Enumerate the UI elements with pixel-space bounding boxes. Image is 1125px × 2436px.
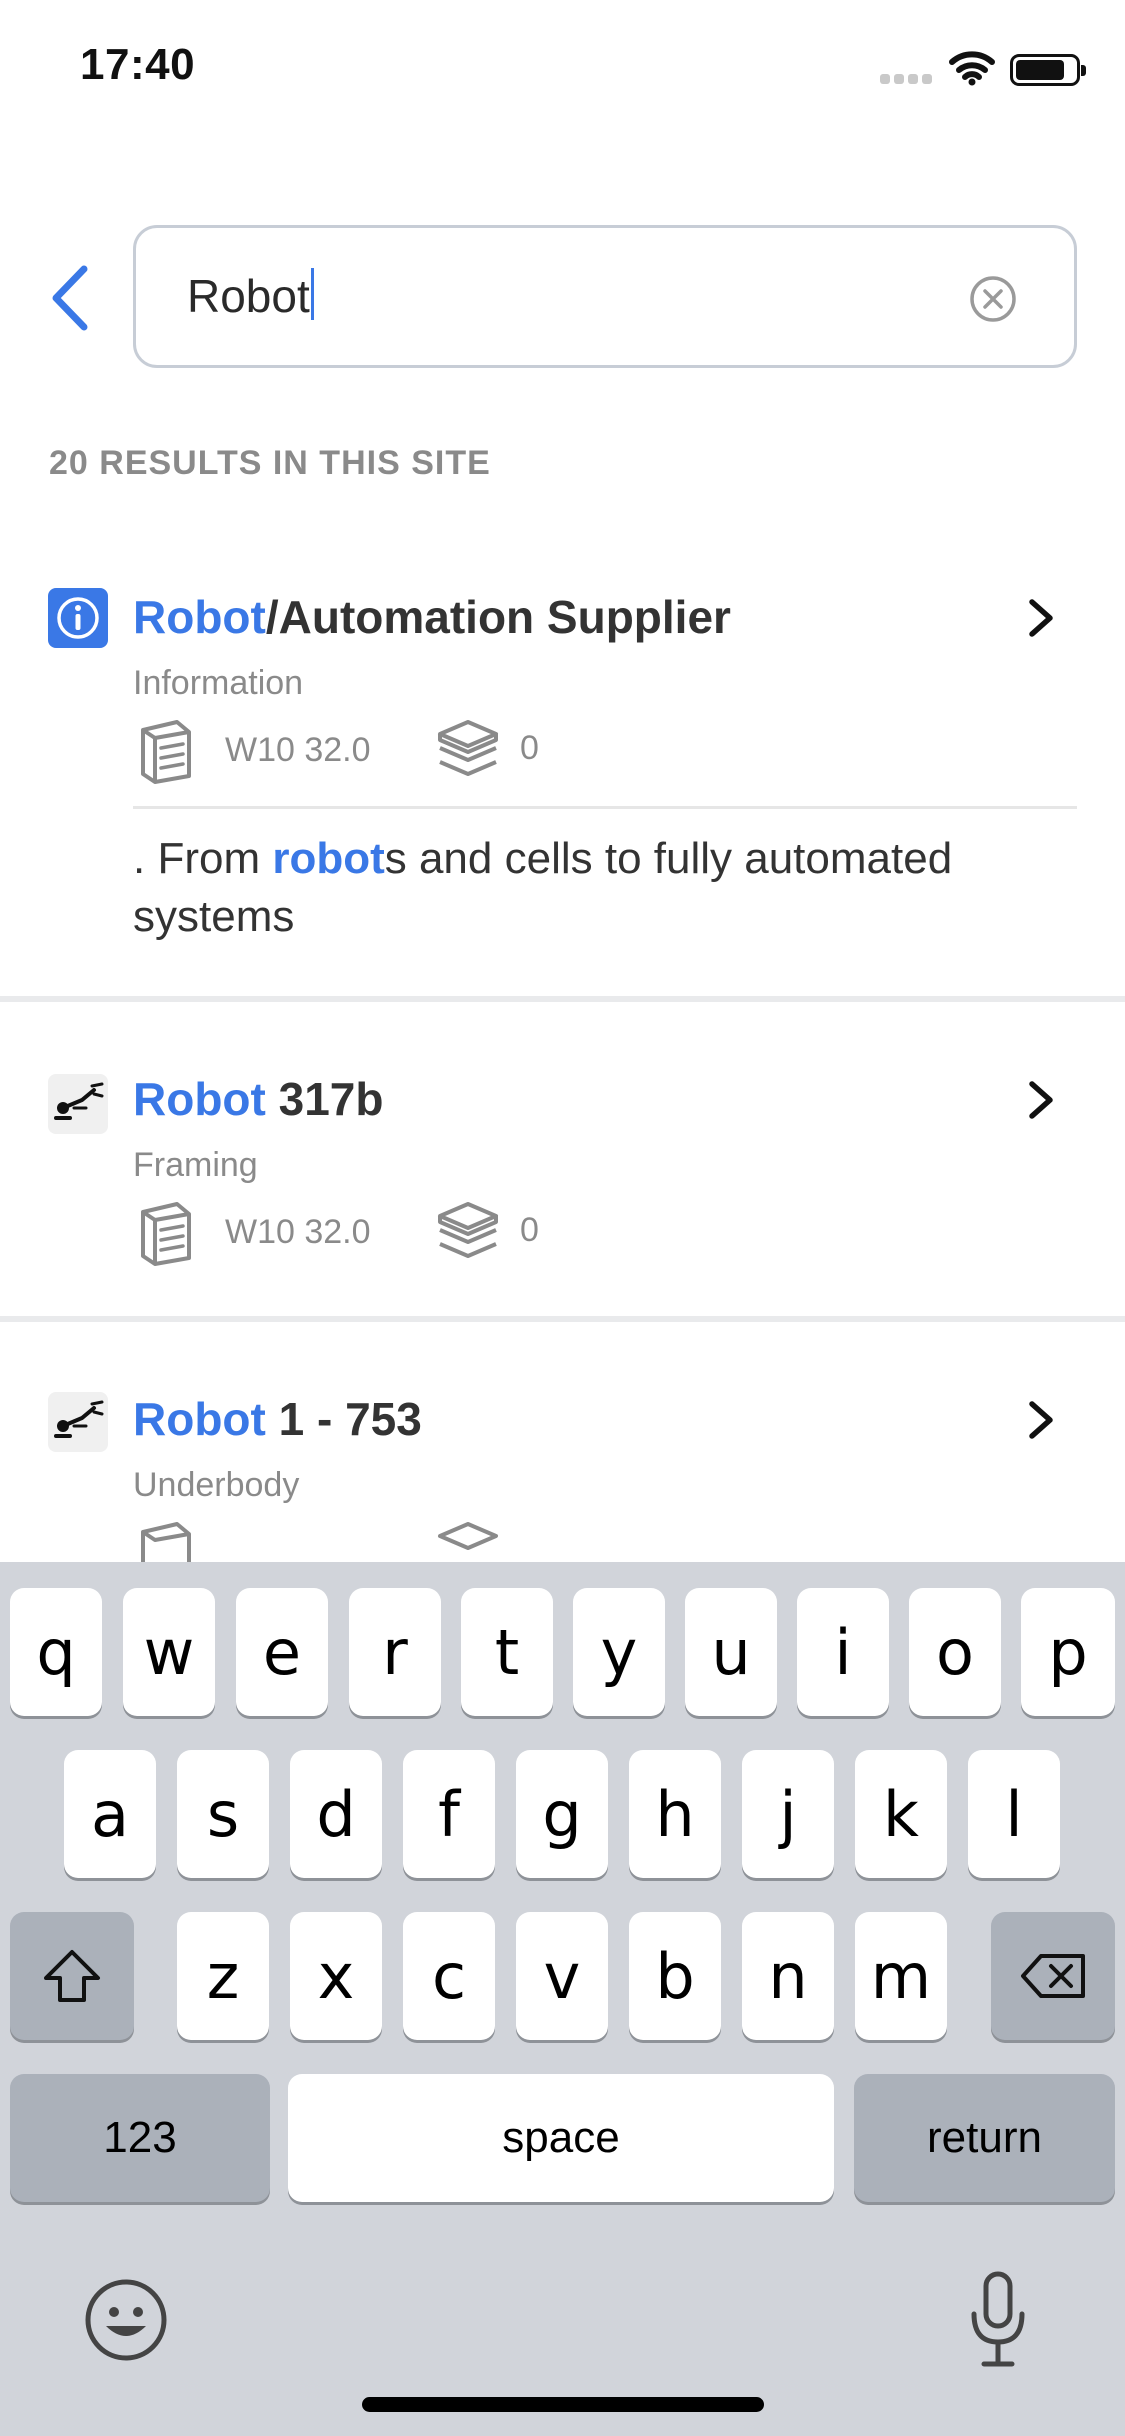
result-title-rest: /Automation Supplier [265, 591, 731, 643]
layers-meta [436, 1518, 500, 1562]
key-e[interactable]: e [236, 1588, 328, 1716]
key-z[interactable]: z [177, 1912, 269, 2040]
document-icon [141, 1522, 191, 1562]
chevron-right-icon [1029, 599, 1053, 637]
result-title-highlight: Robot [133, 591, 266, 643]
key-l[interactable]: l [968, 1750, 1060, 1878]
wifi-icon [949, 51, 995, 86]
status-time: 17:40 [80, 40, 196, 89]
result-item[interactable]: Robot 1 - 753 Underbody [0, 1322, 1125, 1562]
search-query-text: Robot [187, 270, 310, 322]
key-o[interactable]: o [909, 1588, 1001, 1716]
result-title-highlight: Robot [133, 1073, 266, 1125]
layers-count: 0 [520, 728, 539, 767]
result-category: Underbody [133, 1466, 300, 1504]
document-icon [141, 1202, 191, 1266]
result-item[interactable]: Robot/Automation Supplier Information W1… [0, 560, 1125, 996]
shift-key[interactable] [10, 1912, 134, 2040]
key-y[interactable]: y [573, 1588, 665, 1716]
emoji-icon[interactable] [84, 2278, 168, 2362]
result-snippet: . From robots and cells to fully automat… [133, 830, 1033, 946]
status-bar: 17:40 [0, 0, 1125, 140]
layers-icon [438, 720, 498, 776]
key-c[interactable]: c [403, 1912, 495, 2040]
key-i[interactable]: i [797, 1588, 889, 1716]
result-category: Framing [133, 1146, 258, 1184]
microphone-icon[interactable] [966, 2270, 1030, 2370]
search-query: Robot [187, 268, 314, 323]
layers-meta: 0 [436, 716, 539, 780]
chevron-right-icon [1029, 1401, 1053, 1439]
keyboard: q w e r t y u i o p a s d f g h j k l z … [0, 1562, 1125, 2436]
results-count: 20 RESULTS IN THIS SITE [49, 444, 491, 482]
key-g[interactable]: g [516, 1750, 608, 1878]
battery-icon [1010, 54, 1086, 86]
robot-arm-icon [48, 1392, 108, 1452]
result-meta [133, 1518, 633, 1562]
info-icon [48, 588, 108, 648]
cellular-signal-icon [880, 74, 934, 86]
key-w[interactable]: w [123, 1588, 215, 1716]
key-t[interactable]: t [461, 1588, 553, 1716]
backspace-icon [1021, 1954, 1085, 1998]
result-category: Information [133, 664, 304, 702]
return-key[interactable]: return [854, 2074, 1115, 2202]
file-meta [137, 1518, 195, 1562]
key-j[interactable]: j [742, 1750, 834, 1878]
search-input[interactable]: Robot [133, 225, 1077, 368]
document-icon [141, 720, 191, 784]
snippet-highlight: robot [272, 834, 385, 883]
numbers-key[interactable]: 123 [10, 2074, 270, 2202]
key-m[interactable]: m [855, 1912, 947, 2040]
result-title: Robot/Automation Supplier [133, 590, 731, 644]
layers-icon [438, 1202, 498, 1258]
chevron-left-icon [52, 265, 88, 331]
result-title: Robot 1 - 753 [133, 1392, 422, 1446]
result-item[interactable]: Robot 317b Framing W10 32.0 0 [0, 1002, 1125, 1316]
key-k[interactable]: k [855, 1750, 947, 1878]
file-meta: W10 32.0 [137, 716, 371, 784]
layers-icon [438, 1522, 498, 1550]
key-f[interactable]: f [403, 1750, 495, 1878]
result-title-rest: 1 - 753 [265, 1393, 422, 1445]
layers-meta: 0 [436, 1198, 539, 1262]
layers-count: 0 [520, 1210, 539, 1249]
robot-arm-icon [48, 1074, 108, 1134]
clear-search-icon[interactable] [968, 274, 1018, 324]
file-meta: W10 32.0 [137, 1198, 371, 1266]
file-label: W10 32.0 [225, 1212, 371, 1251]
text-cursor [310, 268, 314, 320]
key-u[interactable]: u [685, 1588, 777, 1716]
key-x[interactable]: x [290, 1912, 382, 2040]
snippet-text: . From [133, 834, 273, 883]
key-d[interactable]: d [290, 1750, 382, 1878]
result-meta: W10 32.0 0 [133, 1198, 633, 1268]
key-v[interactable]: v [516, 1912, 608, 2040]
key-n[interactable]: n [742, 1912, 834, 2040]
result-title: Robot 317b [133, 1072, 383, 1126]
key-q[interactable]: q [10, 1588, 102, 1716]
screen: 17:40 Robot 20 RESULTS IN THIS SITE Robo… [0, 0, 1125, 2436]
key-p[interactable]: p [1021, 1588, 1115, 1716]
key-r[interactable]: r [349, 1588, 441, 1716]
file-label: W10 32.0 [225, 730, 371, 769]
delete-key[interactable] [991, 1912, 1115, 2040]
key-h[interactable]: h [629, 1750, 721, 1878]
key-a[interactable]: a [64, 1750, 156, 1878]
home-indicator[interactable] [362, 2397, 764, 2412]
result-meta: W10 32.0 0 [133, 716, 633, 786]
result-title-rest: 317b [265, 1073, 384, 1125]
result-title-highlight: Robot [133, 1393, 266, 1445]
space-key[interactable]: space [288, 2074, 834, 2202]
back-button[interactable] [40, 258, 100, 338]
key-s[interactable]: s [177, 1750, 269, 1878]
chevron-right-icon [1029, 1081, 1053, 1119]
key-b[interactable]: b [629, 1912, 721, 2040]
divider [133, 806, 1077, 809]
shift-icon [44, 1950, 100, 2002]
